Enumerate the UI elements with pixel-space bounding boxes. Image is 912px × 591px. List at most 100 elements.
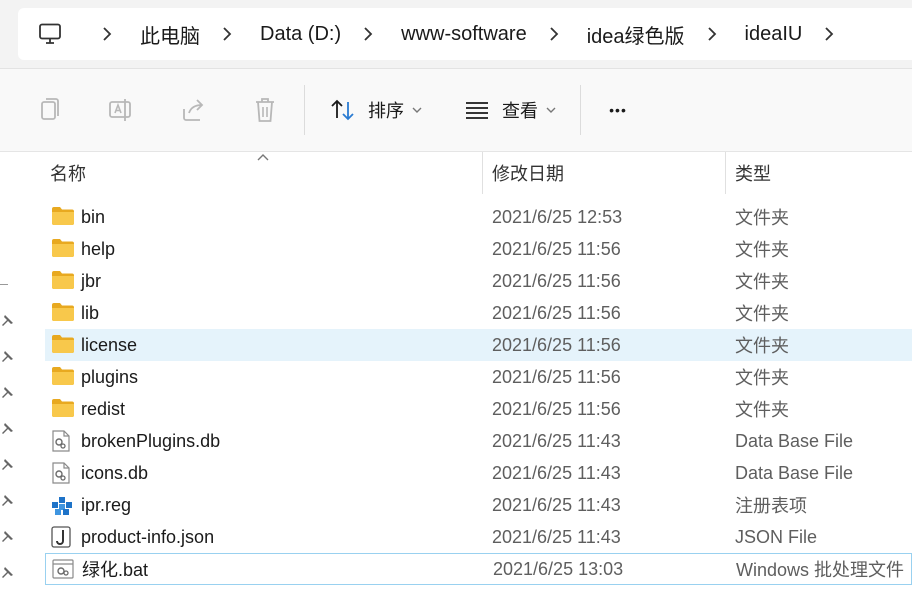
toolbar-divider: [580, 85, 581, 135]
chevron-right-icon[interactable]: [102, 27, 116, 41]
folder-icon: [51, 206, 75, 228]
file-modified-date: 2021/6/25 11:43: [492, 462, 621, 483]
view-label: 查看: [502, 101, 538, 121]
chevron-right-icon[interactable]: [549, 27, 563, 41]
folder-icon: [51, 334, 75, 356]
file-list: 名称 修改日期 类型 bin 2021/6/25 12:53 文件夹 help 2021…: [20, 152, 912, 591]
chevron-right-icon[interactable]: [222, 27, 236, 41]
db-file-icon: [51, 430, 75, 452]
rename-button[interactable]: [106, 93, 136, 127]
column-divider[interactable]: [482, 152, 483, 194]
breadcrumb-data-drive[interactable]: Data (D:): [260, 23, 341, 46]
json-file-icon: [51, 526, 75, 548]
file-type: 文件夹: [735, 208, 789, 228]
rename-icon: [106, 95, 136, 125]
file-name: brokenPlugins.db: [81, 430, 221, 451]
file-row[interactable]: license 2021/6/25 11:56 文件夹: [45, 329, 912, 361]
computer-icon[interactable]: [38, 22, 64, 46]
sort-label: 排序: [368, 101, 404, 121]
toolbar-divider: [304, 85, 305, 135]
chevron-down-icon: [412, 105, 422, 115]
file-row[interactable]: 绿化.bat 2021/6/25 13:03 Windows 批处理文件: [45, 553, 912, 585]
file-name: 绿化.bat: [82, 560, 149, 580]
chevron-right-icon[interactable]: [824, 27, 838, 41]
more-options-button[interactable]: •••: [600, 93, 636, 127]
breadcrumb-this-pc[interactable]: 此电脑: [140, 20, 200, 49]
folder-icon: [51, 270, 75, 292]
pin-icon[interactable]: [0, 422, 14, 436]
file-row[interactable]: ipr.reg 2021/6/25 11:43 注册表项: [45, 489, 912, 521]
file-row[interactable]: redist 2021/6/25 11:56 文件夹: [45, 393, 912, 425]
folder-icon: [51, 398, 75, 420]
delete-button[interactable]: [250, 93, 280, 127]
file-modified-date: 2021/6/25 11:56: [492, 334, 621, 355]
file-modified-date: 2021/6/25 11:56: [492, 238, 621, 259]
chevron-down-icon: [546, 105, 556, 115]
file-type: 文件夹: [735, 368, 789, 388]
file-name: bin: [81, 206, 106, 227]
file-name: plugins: [81, 366, 139, 387]
file-modified-date: 2021/6/25 11:56: [492, 270, 621, 291]
registry-file-icon: [51, 494, 75, 516]
file-modified-date: 2021/6/25 13:03: [493, 558, 624, 579]
folder-icon: [51, 366, 75, 388]
address-bar[interactable]: 此电脑 Data (D:) www-software idea绿色版 ideaI…: [18, 8, 912, 60]
file-row[interactable]: jbr 2021/6/25 11:56 文件夹: [45, 265, 912, 297]
breadcrumb-ideaiu[interactable]: ideaIU: [745, 23, 803, 46]
pin-icon[interactable]: [0, 566, 14, 580]
chevron-right-icon[interactable]: [363, 27, 377, 41]
file-type: Data Base File: [735, 462, 854, 483]
pin-icon[interactable]: [0, 350, 14, 364]
file-name: help: [81, 238, 116, 259]
view-button[interactable]: 查看: [462, 93, 556, 127]
file-modified-date: 2021/6/25 11:43: [492, 494, 621, 515]
command-bar: 排序 查看 •••: [0, 69, 912, 152]
pin-icon[interactable]: [0, 458, 14, 472]
sort-icon: [328, 95, 358, 125]
sort-button[interactable]: 排序: [328, 93, 422, 127]
file-name: redist: [81, 398, 126, 419]
column-header-modified[interactable]: 修改日期: [492, 152, 564, 194]
share-button[interactable]: [178, 93, 208, 127]
file-name: product-info.json: [81, 526, 215, 547]
trash-icon: [250, 95, 280, 125]
file-modified-date: 2021/6/25 11:43: [492, 430, 621, 451]
file-modified-date: 2021/6/25 12:53: [492, 206, 623, 227]
copy-icon: [34, 95, 64, 125]
file-type: Windows 批处理文件: [736, 560, 905, 580]
file-row[interactable]: bin 2021/6/25 12:53 文件夹: [45, 201, 912, 233]
breadcrumb-www-software[interactable]: www-software: [401, 23, 527, 46]
file-type: JSON File: [735, 526, 818, 547]
column-header-type[interactable]: 类型: [735, 152, 771, 194]
file-type: Data Base File: [735, 430, 854, 451]
batch-file-icon: [52, 559, 76, 581]
file-modified-date: 2021/6/25 11:43: [492, 526, 621, 547]
pin-icon[interactable]: [0, 386, 14, 400]
file-name: icons.db: [81, 462, 149, 483]
copy-button[interactable]: [34, 93, 64, 127]
share-icon: [178, 95, 208, 125]
file-type: 文件夹: [735, 336, 789, 356]
more-icon: •••: [609, 102, 627, 118]
pin-icon[interactable]: [0, 494, 14, 508]
column-header-name[interactable]: 名称: [50, 152, 86, 194]
file-row[interactable]: help 2021/6/25 11:56 文件夹: [45, 233, 912, 265]
file-row[interactable]: icons.db 2021/6/25 11:43 Data Base File: [45, 457, 912, 489]
file-row[interactable]: brokenPlugins.db 2021/6/25 11:43 Data Base…: [45, 425, 912, 457]
file-name: ipr.reg: [81, 494, 132, 515]
pin-icon[interactable]: [0, 530, 14, 544]
file-row[interactable]: lib 2021/6/25 11:56 文件夹: [45, 297, 912, 329]
file-name: lib: [81, 302, 100, 323]
file-row[interactable]: plugins 2021/6/25 11:56 文件夹: [45, 361, 912, 393]
column-divider[interactable]: [725, 152, 726, 194]
file-modified-date: 2021/6/25 11:56: [492, 366, 621, 387]
file-name: jbr: [81, 270, 102, 291]
file-row[interactable]: product-info.json 2021/6/25 11:43 JSON Fil…: [45, 521, 912, 553]
file-modified-date: 2021/6/25 11:56: [492, 302, 621, 323]
chevron-right-icon[interactable]: [707, 27, 721, 41]
breadcrumb-idea-green[interactable]: idea绿色版: [587, 20, 685, 49]
file-name: license: [81, 334, 138, 355]
pin-icon[interactable]: [0, 314, 14, 328]
navigation-pane-edge: [0, 152, 20, 591]
file-type: 文件夹: [735, 304, 789, 324]
